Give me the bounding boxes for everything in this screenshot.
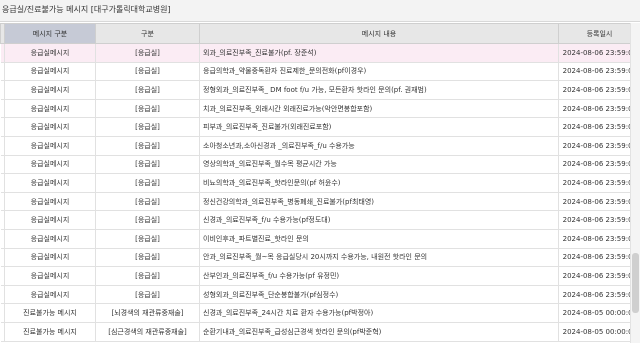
table-row[interactable]: 응급실메시지 [응급실] 비뇨의학과_의료진부족_핫라인문의(pf 허윤수) 2024… xyxy=(0,173,640,193)
cell-message-type[interactable]: 응급실메시지 xyxy=(4,191,96,212)
cell-message-content[interactable]: 안과_의료진부족_월~목 응급실당시 20시까지 수용가능, 내원전 핫라인 문… xyxy=(199,247,559,268)
cell-registered-at[interactable]: 2024-08-06 23:59:00 xyxy=(558,80,640,100)
table-row[interactable]: 응급실메시지 [응급실] 치과_의료진부족_외래시간 외래진료가능(악안면봉합포함)… xyxy=(0,98,640,119)
cell-registered-at[interactable]: 2024-08-05 00:00:00 xyxy=(558,303,640,323)
column-header-message-content[interactable]: 메시지 내용 xyxy=(199,23,559,44)
column-header-message-type[interactable]: 메시지 구분 xyxy=(4,23,96,44)
cell-registered-at[interactable]: 2024-08-06 23:59:00 xyxy=(558,228,640,249)
cell-message-type[interactable]: 응급실메시지 xyxy=(4,61,96,82)
cell-message-type[interactable]: 응급실메시지 xyxy=(4,43,96,63)
header-row: 메시지 구분 구분 메시지 내용 등록일시 xyxy=(0,23,640,44)
cell-message-type[interactable]: 응급실메시지 xyxy=(4,154,96,175)
column-header-category[interactable]: 구분 xyxy=(95,23,200,44)
cell-message-type[interactable]: 응급실메시지 xyxy=(4,173,96,193)
cell-category[interactable]: [응급실] xyxy=(95,98,200,119)
cell-message-type[interactable]: 응급실메시지 xyxy=(4,80,96,100)
cell-registered-at[interactable]: 2024-08-06 23:59:00 xyxy=(558,173,640,193)
cell-message-type[interactable]: 응급실메시지 xyxy=(4,117,96,137)
table-row[interactable]: 응급실메시지 [응급실] 신경과_의료진부족_f/u 수용가능(pf정도대) 2024… xyxy=(0,210,640,230)
table-row[interactable]: 진료불가능 메시지 [뇌경색의 재관류중재술] 신경과_의료진부족_24시간 치료 … xyxy=(0,303,640,323)
cell-message-content[interactable]: 소아청소년과,소아신경과 _의료진부족_f/u 수용가능 xyxy=(199,135,559,156)
cell-message-content[interactable]: 이비인후과_파트별진료_핫라인 문의 xyxy=(199,228,559,249)
cell-message-type[interactable]: 응급실메시지 xyxy=(4,210,96,230)
cell-message-content[interactable]: 신경과_의료진부족_f/u 수용가능(pf정도대) xyxy=(199,210,559,230)
cell-registered-at[interactable]: 2024-08-06 23:59:00 xyxy=(558,266,640,286)
cell-category[interactable]: [응급실] xyxy=(95,284,200,305)
cell-category[interactable]: [뇌경색의 재관류중재술] xyxy=(95,303,200,323)
cell-registered-at[interactable]: 2024-08-05 00:00:00 xyxy=(558,321,640,342)
cell-category[interactable]: [응급실] xyxy=(95,117,200,137)
window-title: 응급실/진료불가능 메시지 [대구가톨릭대학교병원] xyxy=(0,0,640,22)
cell-message-content[interactable]: 산부인과_의료진부족_f/u 수용가능(pf 유정민) xyxy=(199,266,559,286)
cell-message-type[interactable]: 응급실메시지 xyxy=(4,284,96,305)
table-row[interactable]: 응급실메시지 [응급실] 이비인후과_파트별진료_핫라인 문의 2024-08-06 … xyxy=(0,228,640,249)
cell-registered-at[interactable]: 2024-08-06 23:59:00 xyxy=(558,135,640,156)
cell-registered-at[interactable]: 2024-08-06 23:59:00 xyxy=(558,247,640,268)
table-row[interactable]: 진료불가능 메시지 [심근경색의 재관류중재술] 순환기내과_의료진부족_급성심근경… xyxy=(0,321,640,342)
cell-message-type[interactable]: 응급실메시지 xyxy=(4,247,96,268)
cell-message-type[interactable]: 응급실메시지 xyxy=(4,266,96,286)
table-row[interactable]: 응급실메시지 [응급실] 안과_의료진부족_월~목 응급실당시 20시까지 수용가능… xyxy=(0,247,640,268)
cell-category[interactable]: [응급실] xyxy=(95,191,200,212)
cell-message-content[interactable]: 피부과_의료진부족_진료불가(외래진료포함) xyxy=(199,117,559,137)
cell-category[interactable]: [응급실] xyxy=(95,154,200,175)
table-row[interactable]: 응급실메시지 [응급실] 산부인과_의료진부족_f/u 수용가능(pf 유정민) 20… xyxy=(0,266,640,286)
cell-registered-at[interactable]: 2024-08-06 23:59:00 xyxy=(558,98,640,119)
cell-registered-at[interactable]: 2024-08-06 23:59:00 xyxy=(558,43,640,63)
cell-message-content[interactable]: 정형외과_의료진부족_ DM foot f/u 가능, 모든환자 핫라인 문의(… xyxy=(199,80,559,100)
message-table: 메시지 구분 구분 메시지 내용 등록일시 응급실메시지 [응급실] 외과_의료진부… xyxy=(0,23,640,342)
table-row[interactable]: 응급실메시지 [응급실] 외과_의료진부족_진료불가(pf. 장준석) 2024-08… xyxy=(0,43,640,63)
cell-message-type[interactable]: 응급실메시지 xyxy=(4,98,96,119)
cell-message-content[interactable]: 비뇨의학과_의료진부족_핫라인문의(pf 허윤수) xyxy=(199,173,559,193)
cell-message-type[interactable]: 응급실메시지 xyxy=(4,135,96,156)
cell-registered-at[interactable]: 2024-08-06 23:59:00 xyxy=(558,117,640,137)
cell-category[interactable]: [응급실] xyxy=(95,228,200,249)
cell-message-content[interactable]: 성형외과_의료진부족_단순봉합불가(pf심정수) xyxy=(199,284,559,305)
vertical-scrollbar[interactable] xyxy=(630,23,640,343)
scrollbar-thumb[interactable] xyxy=(632,253,639,313)
message-grid: 메시지 구분 구분 메시지 내용 등록일시 응급실메시지 [응급실] 외과_의료진부… xyxy=(0,23,640,343)
cell-category[interactable]: [응급실] xyxy=(95,80,200,100)
cell-registered-at[interactable]: 2024-08-06 23:59:00 xyxy=(558,191,640,212)
cell-registered-at[interactable]: 2024-08-06 23:59:00 xyxy=(558,284,640,305)
table-row[interactable]: 응급실메시지 [응급실] 정형외과_의료진부족_ DM foot f/u 가능, 모… xyxy=(0,80,640,100)
table-row[interactable]: 응급실메시지 [응급실] 응급의학과_약물중독환자 진료제한_문의전화(pf이경우)… xyxy=(0,61,640,82)
cell-message-content[interactable]: 외과_의료진부족_진료불가(pf. 장준석) xyxy=(199,43,559,63)
cell-registered-at[interactable]: 2024-08-06 23:59:00 xyxy=(558,154,640,175)
cell-category[interactable]: [응급실] xyxy=(95,135,200,156)
table-row[interactable]: 응급실메시지 [응급실] 소아청소년과,소아신경과 _의료진부족_f/u 수용가능 2… xyxy=(0,135,640,156)
cell-message-content[interactable]: 신경과_의료진부족_24시간 치료 환자 수용가능(pf박정아) xyxy=(199,303,559,323)
cell-category[interactable]: [응급실] xyxy=(95,247,200,268)
cell-category[interactable]: [응급실] xyxy=(95,173,200,193)
cell-message-content[interactable]: 응급의학과_약물중독환자 진료제한_문의전화(pf이경우) xyxy=(199,61,559,82)
cell-message-content[interactable]: 치과_의료진부족_외래시간 외래진료가능(악안면봉합포함) xyxy=(199,98,559,119)
table-row[interactable]: 응급실메시지 [응급실] 영상의학과_의료진부족_월수목 평균시간 가능 2024-0… xyxy=(0,154,640,175)
column-header-registered-at[interactable]: 등록일시 xyxy=(558,23,640,44)
cell-category[interactable]: [응급실] xyxy=(95,210,200,230)
cell-registered-at[interactable]: 2024-08-06 23:59:00 xyxy=(558,61,640,82)
cell-message-content[interactable]: 영상의학과_의료진부족_월수목 평균시간 가능 xyxy=(199,154,559,175)
table-row[interactable]: 응급실메시지 [응급실] 피부과_의료진부족_진료불가(외래진료포함) 2024-08… xyxy=(0,117,640,137)
cell-message-type[interactable]: 응급실메시지 xyxy=(4,228,96,249)
cell-category[interactable]: [심근경색의 재관류중재술] xyxy=(95,321,200,342)
table-row[interactable]: 응급실메시지 [응급실] 성형외과_의료진부족_단순봉합불가(pf심정수) 2024-… xyxy=(0,284,640,305)
cell-category[interactable]: [응급실] xyxy=(95,266,200,286)
cell-category[interactable]: [응급실] xyxy=(95,43,200,63)
cell-registered-at[interactable]: 2024-08-06 23:59:00 xyxy=(558,210,640,230)
cell-message-type[interactable]: 진료불가능 메시지 xyxy=(4,303,96,323)
cell-message-content[interactable]: 순환기내과_의료진부족_급성심근경색 핫라인 문의(pf박준혁) xyxy=(199,321,559,342)
cell-category[interactable]: [응급실] xyxy=(95,61,200,82)
cell-message-type[interactable]: 진료불가능 메시지 xyxy=(4,321,96,342)
table-row[interactable]: 응급실메시지 [응급실] 정신건강의학과_의료진부족_병동폐쇄_진료불가(pf최태영… xyxy=(0,191,640,212)
cell-message-content[interactable]: 정신건강의학과_의료진부족_병동폐쇄_진료불가(pf최태영) xyxy=(199,191,559,212)
